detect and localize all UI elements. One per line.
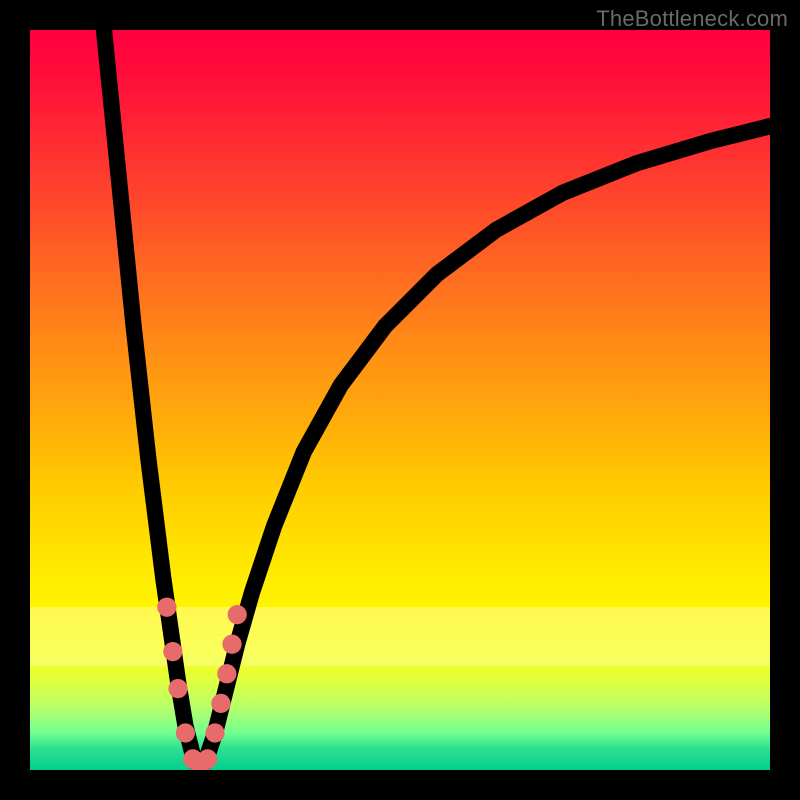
curve-svg (30, 30, 770, 770)
data-marker (211, 694, 230, 713)
plot-area (30, 30, 770, 770)
data-marker (157, 598, 176, 617)
curve-left-branch (104, 30, 200, 770)
data-marker (228, 605, 247, 624)
chart-frame: TheBottleneck.com (0, 0, 800, 800)
watermark-text: TheBottleneck.com (596, 6, 788, 32)
data-marker (217, 664, 236, 683)
data-marker (222, 635, 241, 654)
data-marker (198, 749, 217, 768)
data-marker (176, 723, 195, 742)
curve-right-branch (200, 126, 770, 770)
data-marker (205, 723, 224, 742)
data-marker (163, 642, 182, 661)
data-marker (168, 679, 187, 698)
